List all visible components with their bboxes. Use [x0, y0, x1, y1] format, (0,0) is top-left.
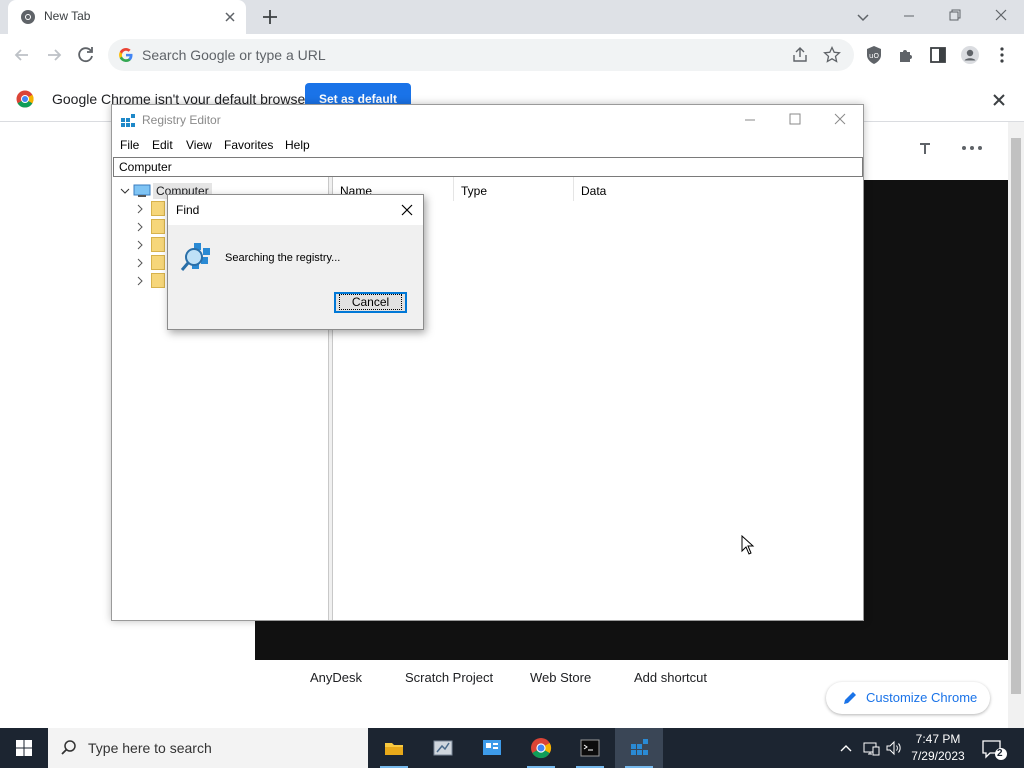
tab-new-tab[interactable]: New Tab [8, 0, 246, 34]
taskbar-app-tool[interactable] [419, 728, 467, 768]
infobar-close-icon[interactable] [990, 91, 1008, 109]
share-icon[interactable] [790, 45, 810, 65]
regedit-icon [631, 739, 648, 755]
back-icon[interactable] [8, 41, 36, 69]
notification-count-badge: 2 [997, 748, 1003, 759]
regedit-address-bar[interactable]: Computer [113, 157, 863, 177]
computer-icon [133, 184, 151, 197]
tab-search-chevron-icon[interactable] [850, 5, 876, 29]
column-header-data[interactable]: Data [574, 177, 863, 201]
menu-edit[interactable]: Edit [152, 138, 173, 152]
close-window-icon[interactable] [978, 0, 1024, 34]
ublock-shield-icon[interactable]: uO [860, 41, 888, 69]
customize-chrome-label: Customize Chrome [866, 690, 978, 705]
control-panel-icon [483, 740, 501, 755]
find-dialog: Find Searching the registry... Cancel [167, 194, 424, 330]
taskbar-file-explorer[interactable] [370, 728, 418, 768]
search-status-text: Searching the registry... [225, 252, 341, 264]
column-header-type[interactable]: Type [454, 177, 574, 201]
address-text: Computer [119, 160, 172, 174]
regedit-close-icon[interactable] [817, 105, 863, 135]
omnibox[interactable]: Search Google or type a URL [108, 39, 854, 71]
chrome-menu-icon[interactable] [988, 41, 1016, 69]
ntp-apps-icon[interactable] [916, 136, 996, 156]
chevron-right-icon[interactable] [135, 204, 145, 214]
shortcut-web-store[interactable]: Web Store [530, 670, 591, 685]
taskbar-clock[interactable]: 7:47 PM 7/29/2023 [906, 731, 970, 765]
cancel-button[interactable]: Cancel [334, 292, 407, 313]
google-g-icon [119, 48, 133, 62]
regedit-maximize-icon[interactable] [772, 105, 818, 135]
svg-text:uO: uO [869, 52, 879, 60]
close-icon[interactable] [399, 202, 415, 218]
pencil-icon [844, 692, 856, 704]
side-panel-icon[interactable] [924, 41, 952, 69]
network-icon[interactable] [861, 738, 881, 758]
taskbar-chrome[interactable] [517, 728, 565, 768]
folder-icon [151, 273, 165, 288]
taskbar-regedit[interactable] [615, 728, 663, 768]
folder-icon [385, 743, 403, 755]
shortcut-add[interactable]: Add shortcut [634, 670, 707, 685]
close-tab-icon[interactable] [220, 7, 240, 27]
taskbar-search-placeholder: Type here to search [88, 740, 212, 756]
shortcut-scratch-project[interactable]: Scratch Project [405, 670, 493, 685]
restore-icon[interactable] [932, 0, 978, 34]
chrome-tabstrip: New Tab [0, 0, 1024, 34]
folder-icon [151, 255, 165, 270]
regedit-title: Registry Editor [142, 113, 221, 127]
regedit-app-icon [121, 114, 135, 127]
tab-title: New Tab [44, 9, 91, 23]
find-dialog-title: Find [176, 203, 200, 217]
forward-icon[interactable] [40, 41, 68, 69]
tool-app-icon [433, 740, 453, 756]
menu-file[interactable]: File [120, 138, 139, 152]
chevron-right-icon[interactable] [135, 276, 145, 286]
taskbar-app-control[interactable] [468, 728, 516, 768]
volume-icon[interactable] [884, 738, 904, 758]
find-dialog-titlebar: Find [168, 195, 423, 225]
taskbar-terminal[interactable] [566, 728, 614, 768]
terminal-icon [580, 739, 600, 757]
chrome-favicon-icon [21, 10, 35, 24]
chevron-right-icon[interactable] [135, 240, 145, 250]
cancel-label: Cancel [338, 294, 403, 310]
shortcut-anydesk[interactable]: AnyDesk [310, 670, 362, 685]
clock-date: 7/29/2023 [911, 749, 965, 763]
regedit-menubar: File Edit View Favorites Help [112, 135, 863, 157]
folder-icon [151, 201, 165, 216]
profile-avatar-icon[interactable] [956, 41, 984, 69]
chrome-icon [531, 738, 552, 759]
registry-search-icon [180, 243, 210, 271]
menu-view[interactable]: View [186, 138, 212, 152]
taskbar-search-box[interactable]: Type here to search [48, 728, 368, 768]
chevron-right-icon[interactable] [135, 258, 145, 268]
page-scrollbar[interactable] [1008, 122, 1024, 728]
omnibox-placeholder: Search Google or type a URL [142, 47, 326, 63]
chrome-toolbar: Search Google or type a URL uO [0, 34, 1024, 76]
folder-icon [151, 237, 165, 252]
customize-chrome-button[interactable]: Customize Chrome [826, 682, 990, 714]
menu-favorites[interactable]: Favorites [224, 138, 273, 152]
extensions-puzzle-icon[interactable] [892, 41, 920, 69]
bookmark-star-icon[interactable] [822, 45, 842, 65]
regedit-titlebar: Registry Editor [112, 105, 863, 135]
menu-help[interactable]: Help [285, 138, 310, 152]
reload-icon[interactable] [72, 41, 100, 69]
new-tab-plus-icon[interactable] [258, 5, 282, 29]
minimize-icon[interactable] [886, 0, 932, 34]
chrome-logo-icon [16, 90, 34, 108]
notification-center-icon[interactable] [978, 736, 1008, 762]
chevron-up-icon[interactable] [836, 738, 856, 758]
clock-time: 7:47 PM [915, 732, 961, 746]
windows-taskbar: Type here to search 7:47 PM 7/29/2023 2 [0, 728, 1024, 768]
folder-icon [151, 219, 165, 234]
scrollbar-thumb[interactable] [1011, 138, 1021, 694]
windows-start-icon[interactable] [0, 728, 48, 768]
regedit-minimize-icon[interactable] [727, 105, 773, 135]
chevron-down-icon[interactable] [120, 186, 130, 196]
chevron-right-icon[interactable] [135, 222, 145, 232]
mouse-cursor-icon [741, 535, 755, 555]
search-icon [61, 740, 76, 755]
